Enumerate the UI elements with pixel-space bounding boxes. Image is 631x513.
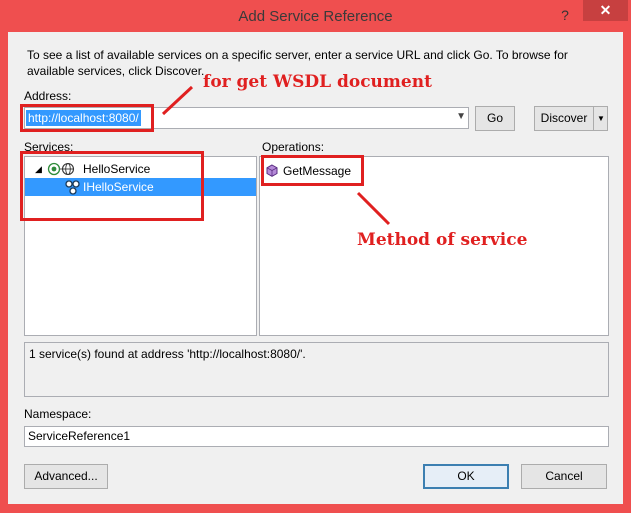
annotation-arrow-method [356, 191, 391, 226]
annotation-wsdl-text: for get WSDL document [203, 72, 432, 92]
annotation-arrow-wsdl [161, 85, 194, 116]
annotation-method-text: Method of service [357, 230, 528, 250]
dialog-window: Add Service Reference ? ✕ To see a list … [0, 0, 631, 513]
